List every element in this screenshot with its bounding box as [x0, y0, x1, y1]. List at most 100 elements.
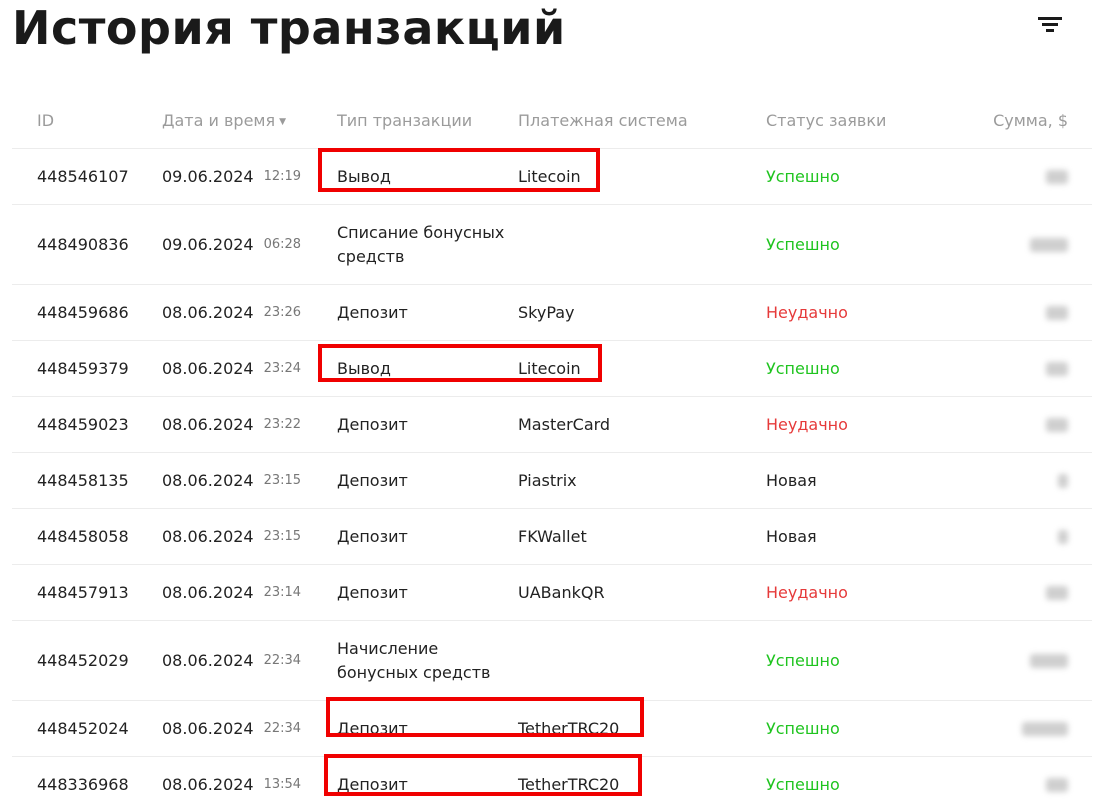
sort-down-icon: ▼ [279, 117, 287, 127]
table-row[interactable]: 448490836 09.06.2024 06:28 Списание бонусны… [12, 205, 1092, 285]
row-payment-system: Litecoin [518, 359, 581, 378]
row-date: 08.06.2024 [162, 651, 254, 670]
row-type: Депозит [337, 582, 408, 602]
header-datetime-label: Дата и время [162, 111, 276, 130]
row-payment-system: UABankQR [518, 583, 605, 602]
row-date: 08.06.2024 [162, 359, 254, 378]
table-row[interactable]: 448452024 08.06.2024 22:34 Депозит TetherTRC… [12, 701, 1092, 757]
row-sum-blurred [1046, 149, 1068, 204]
header-status: Статус заявки [766, 111, 887, 130]
row-datetime: 08.06.2024 23:24 [162, 341, 301, 396]
row-sum-blurred [1046, 397, 1068, 452]
row-type: Депозит [337, 470, 408, 490]
table-row[interactable]: 448457913 08.06.2024 23:14 Депозит UABankQR Н… [12, 565, 1092, 621]
header-system: Платежная система [518, 111, 688, 130]
row-datetime: 09.06.2024 06:28 [162, 205, 301, 284]
row-status: Успешно [766, 775, 840, 794]
row-id: 448336968 [37, 775, 129, 794]
row-datetime: 08.06.2024 23:15 [162, 453, 301, 508]
row-time: 23:26 [263, 305, 302, 320]
row-id: 448452029 [37, 651, 129, 670]
row-datetime: 08.06.2024 22:34 [162, 621, 301, 700]
row-id: 448459379 [37, 359, 129, 378]
header-datetime[interactable]: Дата и время ▼ [162, 111, 286, 130]
row-type: Вывод [337, 358, 391, 378]
row-date: 08.06.2024 [162, 775, 254, 794]
row-payment-system: MasterCard [518, 415, 611, 434]
table-row[interactable]: 448459023 08.06.2024 23:22 Депозит MasterCar… [12, 397, 1092, 453]
row-payment-system: Litecoin [518, 167, 581, 186]
row-date: 09.06.2024 [162, 235, 254, 254]
row-status: Новая [766, 527, 817, 546]
transaction-history-page: История транзакций ID Дата и время ▼ Тип … [0, 0, 1096, 809]
row-type: Депозит [337, 718, 408, 738]
row-time: 22:34 [263, 721, 302, 736]
row-date: 08.06.2024 [162, 471, 254, 490]
row-type: Депозит [337, 302, 408, 322]
row-type: Начисление бонусных средств [337, 638, 491, 682]
row-payment-system: FKWallet [518, 527, 587, 546]
row-date: 08.06.2024 [162, 303, 254, 322]
row-datetime: 08.06.2024 23:14 [162, 565, 301, 620]
row-status: Успешно [766, 167, 840, 186]
row-id: 448459023 [37, 415, 129, 434]
row-date: 08.06.2024 [162, 719, 254, 738]
row-sum-blurred [1058, 509, 1068, 564]
row-status: Новая [766, 471, 817, 490]
row-datetime: 08.06.2024 23:26 [162, 285, 301, 340]
row-datetime: 08.06.2024 22:34 [162, 701, 301, 756]
filter-button[interactable] [1034, 12, 1066, 36]
table-row[interactable]: 448452029 08.06.2024 22:34 Начисление бонус… [12, 621, 1092, 701]
page-title: История транзакций [12, 1, 566, 55]
row-type: Списание бонусных средств [337, 222, 505, 266]
row-time: 23:14 [263, 585, 302, 600]
table-row[interactable]: 448336968 08.06.2024 13:54 Депозит TetherTRC… [12, 757, 1092, 809]
table-row[interactable]: 448459686 08.06.2024 23:26 Депозит SkyPay Неу… [12, 285, 1092, 341]
table-body: 448546107 09.06.2024 12:19 Вывод Litecoin Усп… [12, 149, 1092, 809]
table-row[interactable]: 448458135 08.06.2024 23:15 Депозит Piastrix Н… [12, 453, 1092, 509]
table-header: ID Дата и время ▼ Тип транзакции Платежна… [12, 94, 1092, 149]
row-type: Депозит [337, 774, 408, 794]
row-time: 23:24 [263, 361, 302, 376]
row-status: Неудачно [766, 583, 848, 602]
table-row[interactable]: 448459379 08.06.2024 23:24 Вывод Litecoin Усп… [12, 341, 1092, 397]
row-status: Успешно [766, 235, 840, 254]
row-sum-blurred [1022, 701, 1068, 756]
row-type: Вывод [337, 166, 391, 186]
row-time: 13:54 [263, 777, 302, 792]
table-row[interactable]: 448458058 08.06.2024 23:15 Депозит FKWallet Н… [12, 509, 1092, 565]
row-date: 08.06.2024 [162, 415, 254, 434]
row-id: 448457913 [37, 583, 129, 602]
row-status: Успешно [766, 651, 840, 670]
row-time: 12:19 [263, 169, 302, 184]
row-status: Успешно [766, 719, 840, 738]
transactions-table: ID Дата и время ▼ Тип транзакции Платежна… [12, 94, 1092, 809]
row-status: Неудачно [766, 303, 848, 322]
header-id: ID [37, 111, 55, 130]
row-time: 23:15 [263, 473, 302, 488]
row-datetime: 08.06.2024 23:15 [162, 509, 301, 564]
row-id: 448458135 [37, 471, 129, 490]
row-id: 448490836 [37, 235, 129, 254]
filter-icon [1038, 17, 1062, 32]
row-time: 06:28 [263, 237, 302, 252]
row-date: 08.06.2024 [162, 583, 254, 602]
row-id: 448452024 [37, 719, 129, 738]
row-id: 448459686 [37, 303, 129, 322]
row-payment-system: TetherTRC20 [518, 719, 620, 738]
row-id: 448458058 [37, 527, 129, 546]
row-payment-system: TetherTRC20 [518, 775, 620, 794]
row-payment-system: SkyPay [518, 303, 575, 322]
row-sum-blurred [1058, 453, 1068, 508]
row-type: Депозит [337, 414, 408, 434]
row-payment-system: Piastrix [518, 471, 577, 490]
row-sum-blurred [1046, 341, 1068, 396]
header-type: Тип транзакции [337, 111, 473, 130]
row-id: 448546107 [37, 167, 129, 186]
row-time: 23:15 [263, 529, 302, 544]
table-row[interactable]: 448546107 09.06.2024 12:19 Вывод Litecoin Усп… [12, 149, 1092, 205]
row-datetime: 09.06.2024 12:19 [162, 149, 301, 204]
row-datetime: 08.06.2024 13:54 [162, 757, 301, 809]
row-type: Депозит [337, 526, 408, 546]
row-time: 23:22 [263, 417, 302, 432]
